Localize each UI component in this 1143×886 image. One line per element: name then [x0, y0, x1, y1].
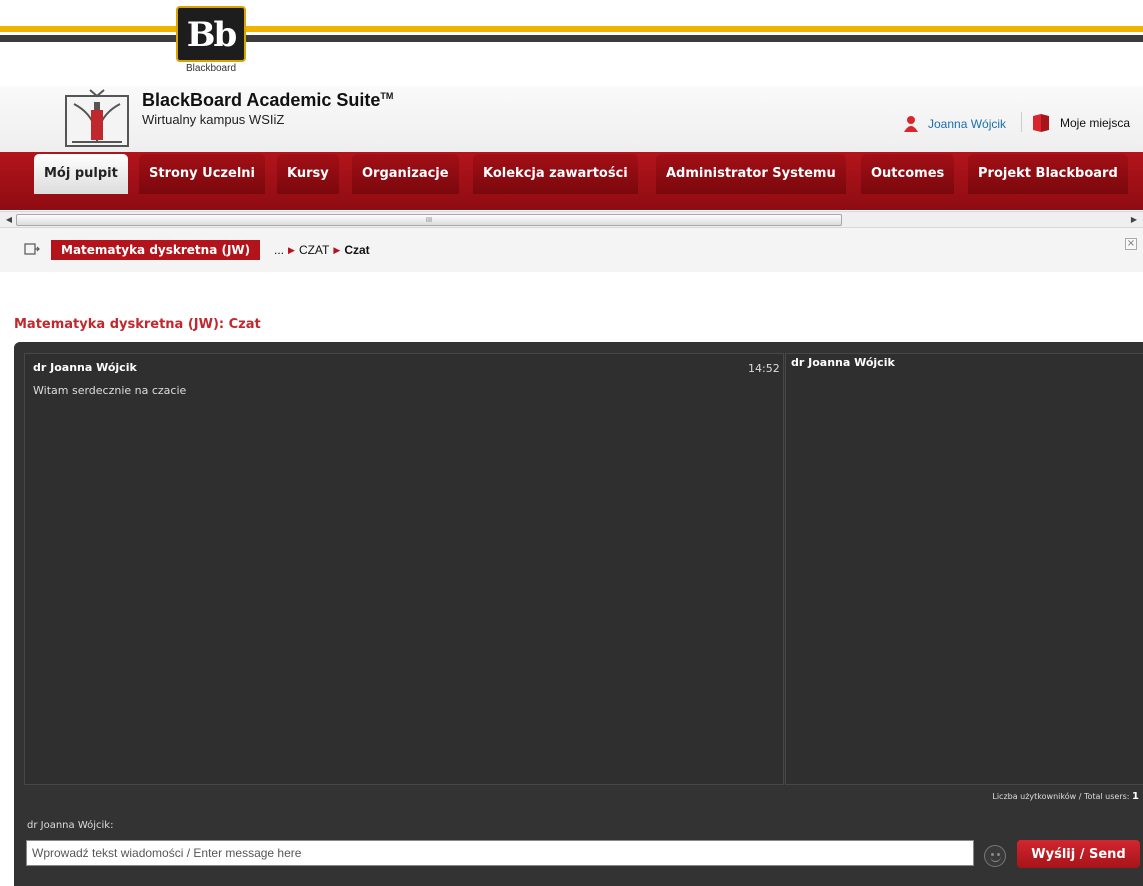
compose-label: dr Joanna Wójcik: [27, 820, 114, 831]
close-icon[interactable]: × [1125, 238, 1137, 250]
total-users: Liczba użytkowników / Total users: 1 [992, 791, 1139, 802]
message-text: Witam serdecznie na czacie [33, 384, 187, 397]
brand-stripe-dark [0, 35, 1143, 42]
user-list-item[interactable]: dr Joanna Wójcik [791, 356, 895, 369]
breadcrumb-arrow-icon: ▶ [333, 244, 341, 255]
message-author: dr Joanna Wójcik [33, 361, 137, 374]
message-panel[interactable] [24, 353, 784, 785]
breadcrumb-czat[interactable]: CZAT [299, 243, 329, 257]
tab-kolekcja-zawartosci[interactable]: Kolekcja zawartości [473, 154, 638, 194]
horizontal-scrollbar[interactable]: ◀ III ▶ [0, 211, 1143, 228]
message-input[interactable] [26, 840, 974, 866]
tab-outcomes[interactable]: Outcomes [861, 154, 955, 194]
my-places-label[interactable]: Moje miejsca [1060, 116, 1130, 130]
crest-logo [65, 89, 129, 147]
breadcrumb-course[interactable]: Matematyka dyskretna (JW) [51, 240, 261, 260]
blackboard-logo[interactable]: Bb [176, 6, 246, 62]
tab-strony-uczelni[interactable]: Strony Uczelni [139, 154, 265, 194]
breadcrumb: ... ▶ CZAT ▶ Czat [274, 243, 370, 257]
breadcrumb-arrow-icon: ▶ [288, 244, 295, 255]
breadcrumb-current: Czat [344, 243, 370, 257]
scrollbar-thumb[interactable]: III [16, 214, 842, 226]
suite-title: BlackBoard Academic SuiteTM [142, 90, 394, 110]
book-icon [1033, 114, 1049, 132]
blackboard-logo-caption: Blackboard [185, 63, 237, 74]
tab-projekt-blackboard[interactable]: Projekt Blackboard [968, 154, 1128, 194]
tab-administrator-systemu[interactable]: Administrator Systemu [656, 154, 846, 194]
user-name[interactable]: Joanna Wójcik [928, 117, 1006, 131]
tab-organizacje[interactable]: Organizacje [352, 154, 459, 194]
scroll-left-icon[interactable]: ◀ [2, 213, 16, 227]
scroll-right-icon[interactable]: ▶ [1127, 213, 1141, 227]
message-time: 14:52 [748, 362, 780, 375]
user-profile-link[interactable]: Joanna Wójcik [902, 115, 1006, 133]
suite-subtitle: Wirtualny kampus WSIiZ [142, 112, 285, 127]
users-panel[interactable] [785, 353, 1143, 785]
tab-kursy[interactable]: Kursy [277, 154, 339, 194]
send-button[interactable]: Wyślij / Send [1017, 840, 1140, 868]
header-separator [1021, 112, 1022, 132]
breadcrumb-icon[interactable] [24, 243, 40, 255]
my-places-link[interactable]: Moje miejsca [1030, 113, 1130, 133]
main-nav: Mój pulpit Strony Uczelni Kursy Organiza… [0, 152, 1143, 210]
person-icon [904, 116, 918, 132]
emoticon-icon[interactable] [984, 845, 1006, 867]
breadcrumb-ellipsis[interactable]: ... [274, 243, 284, 257]
tab-moj-pulpit[interactable]: Mój pulpit [34, 154, 128, 194]
page-title: Matematyka dyskretna (JW): Czat [14, 317, 261, 332]
